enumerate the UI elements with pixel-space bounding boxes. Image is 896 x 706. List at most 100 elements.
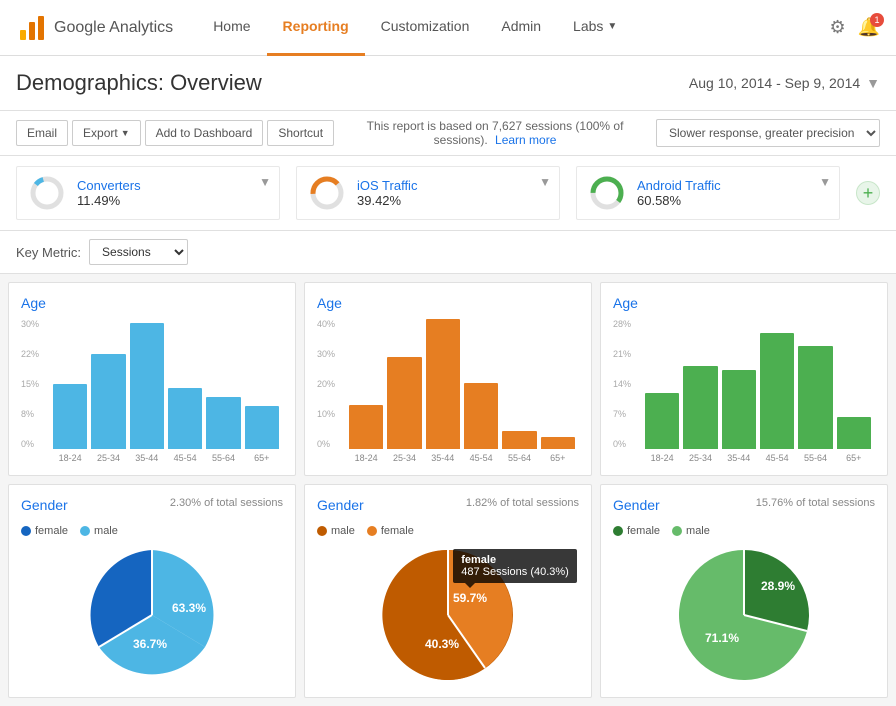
settings-icon[interactable]: ⚙	[829, 17, 845, 38]
legend-female-2: female	[367, 525, 414, 537]
bar-chart-2-bars	[345, 319, 579, 449]
notification-count: 1	[870, 13, 884, 27]
converters-chevron-icon[interactable]: ▼	[259, 175, 271, 189]
bar-1-45-54	[168, 388, 202, 449]
gender-2-title: Gender	[317, 497, 364, 513]
gender-3-legend: female male	[613, 525, 875, 537]
gender-1-legend: female male	[21, 525, 283, 537]
gender-pie-1: 36.7% 63.3%	[21, 545, 283, 685]
svg-text:40.3%: 40.3%	[425, 637, 459, 651]
ios-chevron-icon[interactable]: ▼	[539, 175, 551, 189]
shortcut-button[interactable]: Shortcut	[267, 120, 334, 146]
android-chevron-icon[interactable]: ▼	[819, 175, 831, 189]
bar-2-25-34	[387, 357, 421, 449]
notifications-icon[interactable]: 🔔 1	[858, 17, 880, 38]
gender-1-sessions: 2.30% of total sessions	[170, 497, 283, 509]
gender-charts-row: Gender 2.30% of total sessions female ma…	[8, 484, 888, 698]
gender-3-sessions: 15.76% of total sessions	[756, 497, 875, 509]
bar-1-55-64	[206, 397, 240, 449]
legend-male-3: male	[672, 525, 710, 537]
legend-male-1: male	[80, 525, 118, 537]
nav-customization[interactable]: Customization	[365, 0, 486, 56]
bar-2-18-24	[349, 405, 383, 449]
gender-pie-2-tooltip: female 487 Sessions (40.3%)	[453, 549, 577, 583]
bar-3-25-34	[683, 366, 717, 449]
add-dashboard-button[interactable]: Add to Dashboard	[145, 120, 264, 146]
svg-text:36.7%: 36.7%	[133, 637, 167, 651]
nav-admin[interactable]: Admin	[485, 0, 557, 56]
nav-labs[interactable]: Labs ▼	[557, 0, 633, 56]
bar-3-65plus	[837, 417, 871, 450]
ga-logo-icon	[16, 12, 48, 44]
add-segment-button[interactable]: +	[856, 181, 880, 205]
date-range-picker[interactable]: Aug 10, 2014 - Sep 9, 2014 ▼	[689, 75, 880, 91]
y-axis-2: 40% 30% 20% 10% 0%	[317, 319, 335, 449]
bar-1-25-34	[91, 354, 125, 449]
gender-chart-ios: Gender 1.82% of total sessions male fema…	[304, 484, 592, 698]
learn-more-link[interactable]: Learn more	[495, 133, 556, 147]
ios-pct: 39.42%	[357, 193, 547, 208]
labs-chevron-icon: ▼	[607, 21, 617, 32]
bar-chart-1-bars	[49, 319, 283, 449]
nav-reporting[interactable]: Reporting	[267, 0, 365, 56]
age-barchart-2: 40% 30% 20% 10% 0% 18-24 25-34	[317, 319, 579, 463]
gender-1-title: Gender	[21, 497, 68, 513]
bar-3-35-44	[722, 370, 756, 449]
bar-2-35-44	[426, 319, 460, 449]
female-dot-3	[613, 526, 623, 536]
session-info: This report is based on 7,627 sessions (…	[338, 119, 652, 147]
date-range-text: Aug 10, 2014 - Sep 9, 2014	[689, 75, 860, 91]
page-title: Demographics: Overview	[16, 70, 262, 96]
gender-2-sessions: 1.82% of total sessions	[466, 497, 579, 509]
segment-android: Android Traffic 60.58% ▼	[576, 166, 840, 220]
male-dot-1	[80, 526, 90, 536]
export-button[interactable]: Export ▼	[72, 120, 141, 146]
bar-1-35-44	[130, 323, 164, 449]
bar-1-65plus	[245, 406, 279, 449]
android-name: Android Traffic	[637, 178, 827, 193]
female-dot-1	[21, 526, 31, 536]
y-axis-1: 30% 22% 15% 8% 0%	[21, 319, 39, 449]
bar-chart-2-labels: 18-24 25-34 35-44 45-54 55-64 65+	[345, 453, 579, 463]
bar-2-55-64	[502, 431, 536, 449]
tooltip-arrow	[465, 583, 475, 588]
segment-ios: iOS Traffic 39.42% ▼	[296, 166, 560, 220]
bar-chart-3-labels: 18-24 25-34 35-44 45-54 55-64 65+	[641, 453, 875, 463]
svg-text:63.3%: 63.3%	[172, 601, 206, 615]
toolbar: Email Export ▼ Add to Dashboard Shortcut…	[0, 111, 896, 156]
converters-info: Converters 11.49%	[77, 178, 267, 208]
age-chart-1-title: Age	[21, 295, 283, 311]
title-bar: Demographics: Overview Aug 10, 2014 - Se…	[0, 56, 896, 111]
svg-text:28.9%: 28.9%	[761, 579, 795, 593]
age-chart-2-title: Age	[317, 295, 579, 311]
gender-3-title: Gender	[613, 497, 660, 513]
male-dot-3	[672, 526, 682, 536]
header-icons: ⚙ 🔔 1	[829, 17, 880, 38]
converters-name: Converters	[77, 178, 267, 193]
legend-female-3: female	[613, 525, 660, 537]
gender-chart-converters: Gender 2.30% of total sessions female ma…	[8, 484, 296, 698]
age-chart-android: Age 28% 21% 14% 7% 0%	[600, 282, 888, 476]
precision-select[interactable]: Slower response, greater precision	[656, 119, 880, 147]
age-charts-row: Age 30% 22% 15% 8% 0%	[8, 282, 888, 476]
gender-2-header: Gender 1.82% of total sessions	[317, 497, 579, 521]
ios-donut	[309, 175, 345, 211]
nav-home[interactable]: Home	[197, 0, 266, 56]
bar-3-18-24	[645, 393, 679, 449]
main-nav: Home Reporting Customization Admin Labs …	[197, 0, 829, 56]
male-dot-2	[317, 526, 327, 536]
key-metric-select[interactable]: Sessions	[89, 239, 188, 265]
age-chart-ios: Age 40% 30% 20% 10% 0%	[304, 282, 592, 476]
email-button[interactable]: Email	[16, 120, 68, 146]
gender-pie-3: 28.9% 71.1%	[613, 545, 875, 685]
ios-name: iOS Traffic	[357, 178, 547, 193]
legend-female-1: female	[21, 525, 68, 537]
android-donut	[589, 175, 625, 211]
age-chart-converters: Age 30% 22% 15% 8% 0%	[8, 282, 296, 476]
gender-2-legend: male female	[317, 525, 579, 537]
segment-converters: Converters 11.49% ▼	[16, 166, 280, 220]
gender-1-header: Gender 2.30% of total sessions	[21, 497, 283, 521]
gender-pie-2: female 487 Sessions (40.3%) 40.3%	[317, 545, 579, 685]
key-metric-label: Key Metric:	[16, 245, 81, 260]
segments-row: Converters 11.49% ▼ iOS Traffic 39.42% ▼…	[0, 156, 896, 231]
